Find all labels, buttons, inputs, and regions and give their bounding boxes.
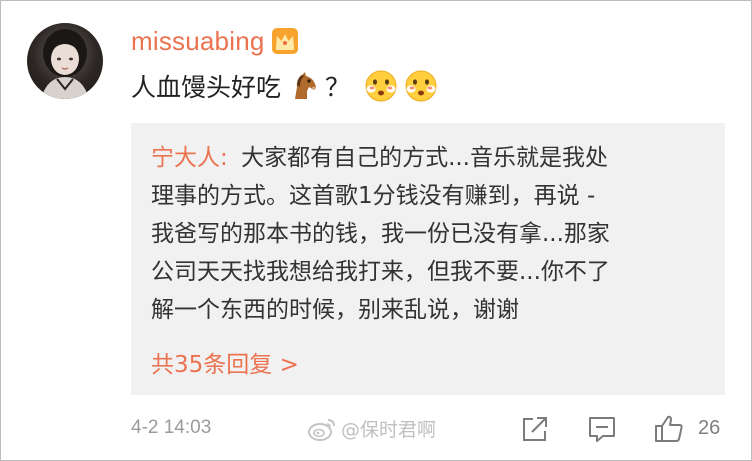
watermark-text: @保时君啊 xyxy=(341,419,437,441)
avatar-image xyxy=(41,29,89,99)
reply-text: 宁大人: 大家都有自己的方式...音乐就是我处 理事的方式。这首歌1分钱没有赚到… xyxy=(151,139,711,329)
comment-icon[interactable] xyxy=(586,413,618,445)
username-row: missuabing xyxy=(131,23,299,59)
watermark: @保时君啊 xyxy=(307,415,436,442)
like-icon[interactable] xyxy=(653,413,685,445)
reply-preview-box[interactable]: 宁大人: 大家都有自己的方式...音乐就是我处 理事的方式。这首歌1分钱没有赚到… xyxy=(131,123,725,395)
reply-line: 解一个东西的时候，别来乱说，谢谢 xyxy=(151,297,519,323)
reply-line: 我爸写的那本书的钱，我一份已没有拿...那家 xyxy=(151,221,610,247)
comment-body: 人血馒头好吃 xyxy=(131,73,282,102)
crown-badge-icon[interactable] xyxy=(271,27,299,55)
username-link[interactable]: missuabing xyxy=(131,26,265,57)
horse-emoji-icon xyxy=(287,69,321,103)
reply-line: 理事的方式。这首歌1分钱没有赚到，再说 - xyxy=(151,183,596,209)
blush-face-emoji-icon xyxy=(404,69,438,103)
comment-footer: 4-2 14:03 @保时君啊 26 xyxy=(1,411,752,451)
more-replies-link[interactable]: 共35条回复 > xyxy=(151,345,299,379)
reply-line: 宁大人: 大家都有自己的方式...音乐就是我处 xyxy=(151,139,711,177)
reply-line: 公司天天找我想给我打来，但我不要...你不了 xyxy=(151,259,610,285)
avatar[interactable] xyxy=(27,23,103,99)
question-mark: ？ xyxy=(325,73,351,102)
reply-line-text: 大家都有自己的方式...音乐就是我处 xyxy=(241,145,608,171)
comment-card: missuabing 人血馒头好吃 ？ 宁大人: 大家都有自己的方式...音乐就… xyxy=(0,0,752,461)
weibo-logo-icon xyxy=(307,416,337,442)
share-icon[interactable] xyxy=(519,413,551,445)
comment-text: 人血馒头好吃 ？ xyxy=(131,65,438,107)
like-count: 26 xyxy=(698,417,721,439)
reply-author-link[interactable]: 宁大人: xyxy=(151,145,228,171)
timestamp: 4-2 14:03 xyxy=(131,417,212,438)
blush-face-emoji-icon xyxy=(364,69,398,103)
